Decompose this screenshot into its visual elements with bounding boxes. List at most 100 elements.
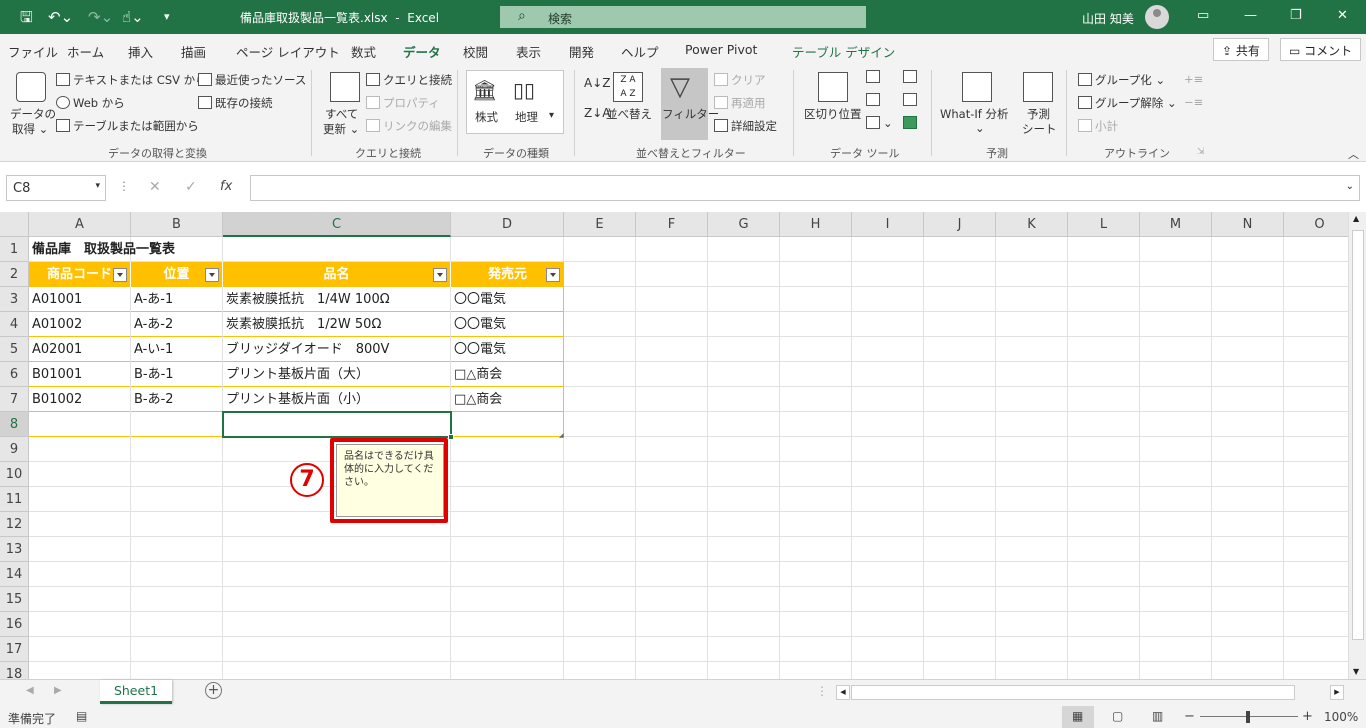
col-header-m[interactable]: M: [1140, 212, 1212, 237]
zoom-level[interactable]: 100%: [1324, 710, 1358, 724]
user-name[interactable]: 山田 知美: [1082, 10, 1134, 27]
page-break-view-icon[interactable]: ▥: [1152, 709, 1163, 723]
tab-developer[interactable]: 開発: [569, 42, 594, 61]
from-table-button[interactable]: テーブルまたは範囲から: [56, 118, 199, 134]
table-resize-handle-icon[interactable]: ◢: [559, 432, 564, 439]
refresh-all-label2[interactable]: 更新 ⌄: [323, 121, 359, 137]
sheet-title-cell[interactable]: 備品庫 取扱製品一覧表: [29, 237, 223, 262]
text-csv-button[interactable]: テキストまたは CSV から: [56, 72, 207, 88]
tab-page-layout[interactable]: ページ レイアウト: [236, 42, 340, 61]
minimize-icon[interactable]: —: [1244, 8, 1257, 23]
table-cell[interactable]: 炭素被膜抵抗 1/2W 50Ω: [223, 312, 451, 337]
tab-formulas[interactable]: 数式: [351, 42, 376, 61]
col-header-h[interactable]: H: [780, 212, 852, 237]
horizontal-scroll-thumb[interactable]: [851, 685, 1295, 700]
scroll-left-icon[interactable]: ◀: [836, 685, 850, 700]
scroll-up-icon[interactable]: ▲: [1353, 214, 1359, 223]
table-cell[interactable]: A-あ-2: [131, 312, 223, 337]
col-header-j[interactable]: J: [924, 212, 996, 237]
existing-connections-button[interactable]: 既存の接続: [198, 95, 273, 111]
tab-draw[interactable]: 描画: [181, 42, 206, 61]
sheet-prev-icon[interactable]: ◀: [26, 685, 34, 696]
cancel-icon[interactable]: ✕: [149, 179, 161, 195]
col-header-o[interactable]: O: [1284, 212, 1356, 237]
consolidate-icon[interactable]: [903, 70, 920, 84]
table-cell[interactable]: プリント基板片面（大）: [223, 362, 451, 387]
row-header[interactable]: 16: [0, 612, 29, 637]
refresh-all-button[interactable]: すべて: [325, 106, 358, 122]
tab-data[interactable]: データ: [403, 42, 441, 67]
col-header-d[interactable]: D: [451, 212, 564, 237]
row-header[interactable]: 8: [0, 412, 29, 437]
col-header-k[interactable]: K: [996, 212, 1068, 237]
accessibility-icon[interactable]: ▤: [76, 709, 87, 723]
table-cell[interactable]: B01001: [29, 362, 131, 387]
tab-help[interactable]: ヘルプ: [621, 42, 659, 61]
tab-review[interactable]: 校閲: [463, 42, 488, 61]
touch-mode-icon[interactable]: ☝⌄: [122, 7, 144, 27]
remove-duplicates-icon[interactable]: [866, 93, 883, 107]
recent-sources-button[interactable]: 最近使ったソース: [198, 72, 306, 88]
table-header-cell[interactable]: 品名: [223, 262, 451, 287]
fill-handle[interactable]: [448, 434, 454, 440]
table-cell[interactable]: [451, 412, 564, 437]
zoom-slider-thumb[interactable]: [1246, 711, 1250, 723]
advanced-filter-button[interactable]: 詳細設定: [714, 118, 777, 134]
row-header[interactable]: 3: [0, 287, 29, 312]
table-header-cell[interactable]: 商品コード: [29, 262, 131, 287]
row-header[interactable]: 4: [0, 312, 29, 337]
name-box-dropdown-icon[interactable]: ▾: [95, 181, 100, 191]
row-header[interactable]: 5: [0, 337, 29, 362]
group-button[interactable]: グループ化 ⌄: [1078, 72, 1165, 88]
reapply-button[interactable]: 再適用: [714, 95, 766, 111]
sheet-tab-sheet1[interactable]: Sheet1: [100, 680, 172, 704]
col-header-b[interactable]: B: [131, 212, 223, 237]
data-validation-icon[interactable]: ⌄: [866, 116, 893, 130]
select-all-corner[interactable]: [0, 212, 29, 237]
ribbon-display-icon[interactable]: ▭: [1197, 8, 1209, 23]
worksheet-grid[interactable]: A B C D E F G H I J K L M N O 1 2 3 4 5 …: [0, 212, 1366, 679]
tab-view[interactable]: 表示: [516, 42, 541, 61]
table-cell[interactable]: B01002: [29, 387, 131, 412]
filter-dropdown-icon[interactable]: [433, 268, 447, 282]
insert-function-icon[interactable]: fx: [220, 179, 232, 194]
name-box[interactable]: C8 ▾: [6, 175, 106, 201]
show-detail-icon[interactable]: +≡: [1184, 72, 1203, 86]
relationships-icon[interactable]: [903, 93, 920, 107]
expand-formula-icon[interactable]: ⌄: [1346, 181, 1354, 192]
table-cell[interactable]: A01001: [29, 287, 131, 312]
vertical-scrollbar[interactable]: ▲ ▼: [1348, 212, 1366, 679]
tab-home[interactable]: ホーム: [67, 42, 104, 61]
redo-icon[interactable]: ↷⌄: [88, 7, 113, 27]
table-cell[interactable]: □△商会: [451, 362, 564, 387]
col-header-e[interactable]: E: [564, 212, 636, 237]
col-header-f[interactable]: F: [636, 212, 708, 237]
enter-icon[interactable]: ✓: [185, 179, 197, 195]
scroll-right-icon[interactable]: ▶: [1330, 685, 1344, 700]
col-header-g[interactable]: G: [708, 212, 780, 237]
table-cell[interactable]: 炭素被膜抵抗 1/4W 100Ω: [223, 287, 451, 312]
get-data-label2[interactable]: 取得 ⌄: [12, 121, 48, 137]
what-if-button[interactable]: What-If 分析: [940, 106, 1008, 122]
properties-button[interactable]: プロパティ: [366, 95, 440, 111]
sort-button[interactable]: 並べ替え: [606, 106, 652, 122]
data-model-icon[interactable]: [903, 116, 920, 130]
gallery-more-icon[interactable]: ▾: [549, 110, 554, 121]
stocks-button[interactable]: 株式: [475, 109, 498, 125]
row-header[interactable]: 2: [0, 262, 29, 287]
save-icon[interactable]: 🖫: [20, 7, 33, 27]
row-header[interactable]: 9: [0, 437, 29, 462]
table-cell[interactable]: 〇〇電気: [451, 312, 564, 337]
tab-file[interactable]: ファイル: [8, 42, 58, 61]
row-header[interactable]: 18: [0, 662, 29, 679]
tab-split-icon[interactable]: ⋮: [816, 684, 828, 698]
table-header-cell[interactable]: 位置: [131, 262, 223, 287]
customize-qat-icon[interactable]: ▾: [164, 7, 170, 27]
tab-insert[interactable]: 挿入: [128, 42, 153, 61]
row-header[interactable]: 12: [0, 512, 29, 537]
table-cell[interactable]: 〇〇電気: [451, 287, 564, 312]
table-cell[interactable]: B-あ-1: [131, 362, 223, 387]
zoom-in-icon[interactable]: +: [1302, 709, 1313, 724]
ungroup-button[interactable]: グループ解除 ⌄: [1078, 95, 1177, 111]
row-header[interactable]: 13: [0, 537, 29, 562]
